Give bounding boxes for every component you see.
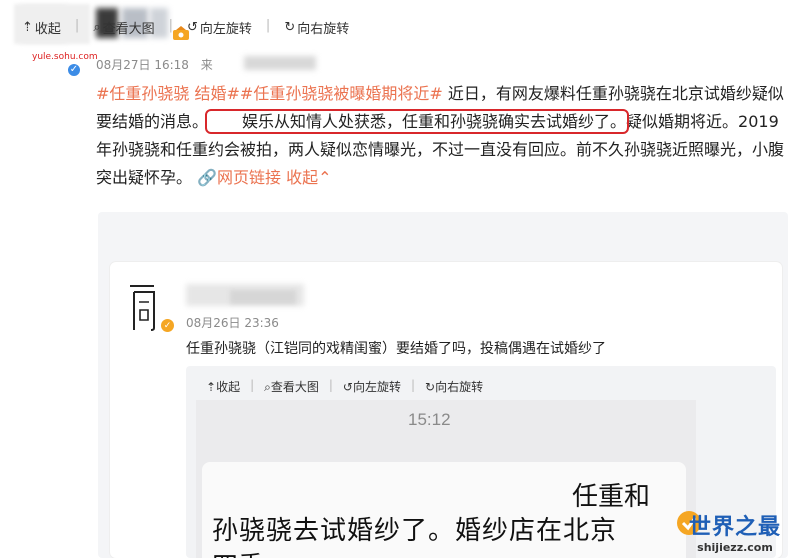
divider: | bbox=[74, 18, 80, 33]
post-body: #任重孙骁骁 结婚##任重孙骁骁被曝婚期将近# 近日，有网友爆料任重孙骁骁在北京… bbox=[96, 80, 786, 192]
blurred-source-name bbox=[244, 56, 316, 70]
divider: | bbox=[411, 378, 416, 392]
link-icon: 🔗 bbox=[197, 168, 218, 187]
rotate-left-button[interactable]: ↺ 向左旋转 bbox=[187, 18, 252, 37]
inner-image-toolbar: ⇡收起 | ⌕查看大图 | ↺向左旋转 | ↻向右旋转 bbox=[206, 378, 483, 395]
watermark-url: shijiezz.com bbox=[697, 541, 773, 554]
inner-view-large-button[interactable]: ⌕查看大图 bbox=[264, 378, 319, 395]
rotate-left-icon: ↺ bbox=[187, 20, 198, 35]
highlighted-quote: 娱乐从知情人处获悉，任重和孙骁骁确实去试婚纱了。 bbox=[205, 109, 630, 134]
collapse-text-button[interactable]: 收起⌃ bbox=[286, 168, 331, 187]
chat-bubble-line: 任重和 bbox=[572, 482, 651, 512]
post-source: 来 bbox=[200, 58, 213, 72]
card-username-blurred bbox=[230, 290, 296, 304]
arrow-up-icon: ⇡ bbox=[206, 380, 217, 394]
chat-bubble-line: 四季 bbox=[212, 546, 264, 558]
image-toolbar: ⇡ 收起 | ⌕ 查看大图 | ↺ 向左旋转 | ↻ 向右旋转 bbox=[22, 18, 349, 37]
divider: | bbox=[328, 378, 333, 392]
chat-time: 15:12 bbox=[408, 410, 451, 429]
hashtag-link[interactable]: #任重孙骁骁被曝婚期将近# bbox=[240, 84, 443, 103]
rotate-right-button[interactable]: ↻ 向右旋转 bbox=[284, 18, 349, 37]
divider: | bbox=[250, 378, 255, 392]
verified-badge-icon: ✓ bbox=[66, 62, 82, 78]
divider: | bbox=[168, 18, 173, 33]
arrow-up-icon: ⇡ bbox=[22, 20, 33, 35]
search-icon: ⌕ bbox=[93, 20, 101, 35]
watermark-title: 世界之最 bbox=[688, 515, 781, 540]
watermark: 世界之最 shijiezz.com bbox=[680, 515, 790, 554]
hashtag-link[interactable]: #任重孙骁骁 结婚# bbox=[96, 84, 240, 103]
post-date[interactable]: 08月27日 16:18 bbox=[96, 58, 189, 72]
view-large-button[interactable]: ⌕ 查看大图 bbox=[93, 18, 154, 37]
collapse-button[interactable]: ⇡ 收起 bbox=[22, 18, 61, 37]
card-verified-icon: ✓ bbox=[160, 318, 175, 333]
rotate-left-icon: ↺ bbox=[342, 380, 353, 394]
post-meta: 08月27日 16:18 来 bbox=[96, 56, 213, 73]
chevron-up-icon: ⌃ bbox=[318, 168, 332, 187]
card-text: 任重孙骁骁（江铠同的戏精闺蜜）要结婚了吗，投稿偶遇在试婚纱了 bbox=[186, 341, 606, 357]
card-avatar-logo bbox=[130, 285, 155, 331]
rotate-right-icon: ↻ bbox=[284, 20, 296, 35]
chat-bubble-line: 孙骁骁去试婚纱了。婚纱店在北京 bbox=[212, 516, 618, 546]
avatar-site-label: yule.sohu.com bbox=[32, 52, 98, 62]
rotate-right-icon: ↻ bbox=[425, 380, 436, 394]
card-date: 08月26日 23:36 bbox=[186, 316, 279, 330]
inner-rotate-right-button[interactable]: ↻向右旋转 bbox=[425, 378, 483, 395]
search-icon: ⌕ bbox=[264, 380, 271, 394]
web-link[interactable]: 🔗网页链接 bbox=[197, 168, 281, 187]
inner-collapse-button[interactable]: ⇡收起 bbox=[206, 378, 240, 395]
divider: | bbox=[265, 18, 271, 33]
inner-rotate-left-button[interactable]: ↺向左旋转 bbox=[343, 378, 401, 395]
